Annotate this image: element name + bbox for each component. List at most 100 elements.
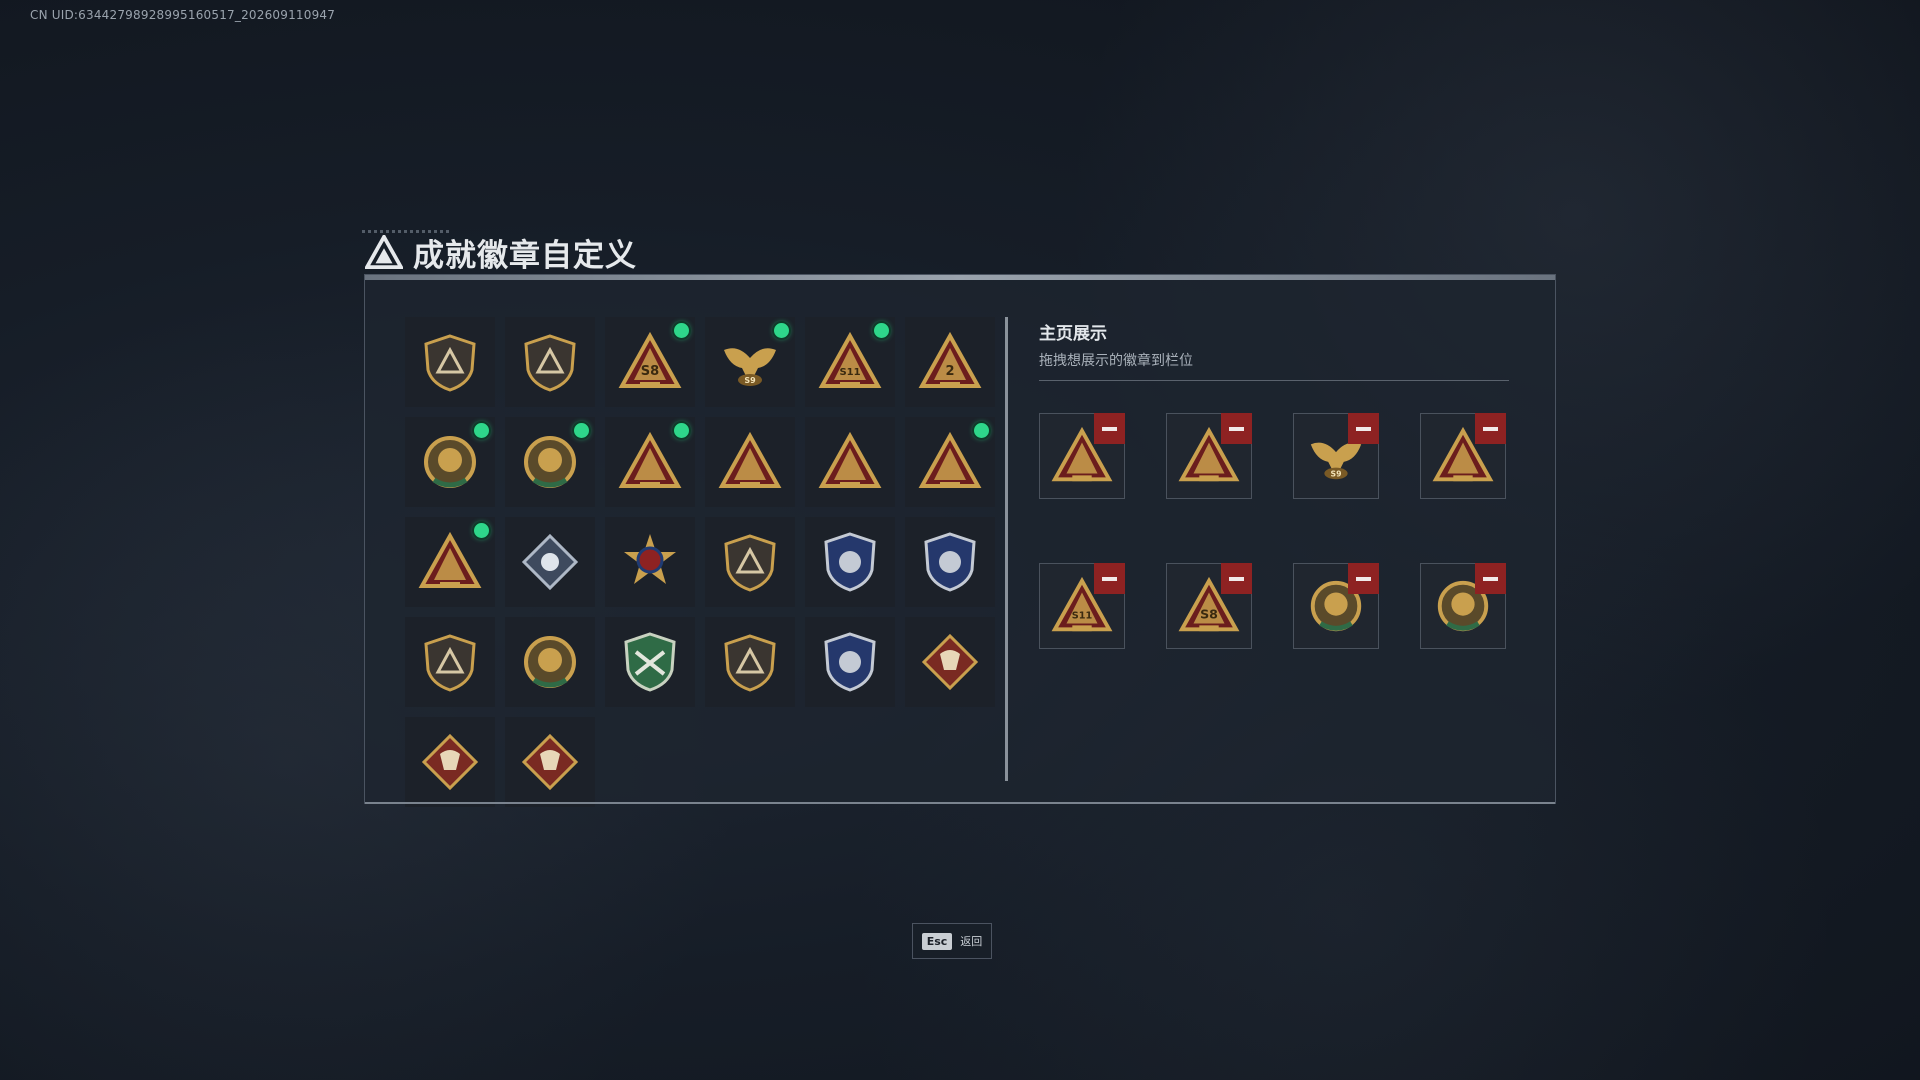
badge-cell[interactable]: S11: [805, 317, 895, 407]
red-dragon-head-badge-icon: [421, 733, 479, 791]
shield-triangle-badge-icon: [424, 334, 476, 392]
scrollbar[interactable]: [1005, 317, 1008, 781]
svg-text:S9: S9: [744, 376, 756, 385]
showcase-slot[interactable]: S9: [1293, 413, 1379, 499]
new-indicator-dot: [474, 523, 489, 538]
showcase-slot[interactable]: S11: [1039, 563, 1125, 649]
esc-key-label: Esc: [921, 932, 953, 950]
remove-badge-button[interactable]: [1094, 413, 1125, 444]
blue-shield-stars-badge-icon: [924, 532, 976, 592]
svg-text:S11: S11: [839, 367, 860, 378]
back-button[interactable]: Esc 返回: [912, 923, 992, 959]
showcase-subtitle: 拖拽想展示的徽章到栏位: [1039, 353, 1193, 369]
skull-round-badge-icon: [524, 636, 576, 688]
showcase-title: 主页展示: [1039, 324, 1107, 344]
number-2-triangle-badge-icon: 2: [918, 331, 982, 388]
showcase-divider: [1039, 380, 1509, 381]
emblem-triangle-badge-icon: [718, 431, 782, 488]
new-indicator-dot: [774, 323, 789, 338]
new-indicator-dot: [974, 423, 989, 438]
badge-cell[interactable]: [705, 417, 795, 507]
new-indicator-dot: [474, 423, 489, 438]
svg-text:S9: S9: [1331, 469, 1342, 478]
remove-badge-button[interactable]: [1475, 413, 1506, 444]
badge-cell[interactable]: [505, 417, 595, 507]
s11-triangle-badge-icon: S11: [818, 331, 882, 388]
badge-cell[interactable]: [805, 617, 895, 707]
red-soldier-diamond-badge-icon: [521, 733, 579, 791]
back-label: 返回: [960, 935, 983, 948]
new-indicator-dot: [874, 323, 889, 338]
showcase-slot[interactable]: [1039, 413, 1125, 499]
badge-cell[interactable]: [405, 317, 495, 407]
badge-cell[interactable]: [505, 717, 595, 807]
silver-diamond-badge-icon: [521, 533, 579, 591]
arrow-shield-badge-icon: [724, 534, 776, 592]
rifle-shield-badge-icon: [724, 634, 776, 692]
helicopter-badge-icon: [524, 334, 576, 392]
eagle-shield-badge-icon: [424, 634, 476, 692]
showcase-slots: S9 S11 S8: [1039, 413, 1509, 649]
uid-label: CN UID:63442798928995160517_202609110947: [30, 8, 336, 22]
svg-text:S11: S11: [1072, 611, 1093, 622]
badge-grid: S8 S9 S11 2: [405, 317, 999, 807]
badge-cell[interactable]: [505, 617, 595, 707]
star-medal-badge-icon: [624, 534, 676, 584]
showcase-slot[interactable]: [1293, 563, 1379, 649]
badge-cell[interactable]: [905, 517, 995, 607]
badge-cell[interactable]: [705, 617, 795, 707]
squad-triangle-badge-icon: [918, 431, 982, 488]
badge-cell[interactable]: [605, 417, 695, 507]
badge-cell[interactable]: [805, 417, 895, 507]
badge-cell[interactable]: [605, 617, 695, 707]
remove-badge-button[interactable]: [1348, 563, 1379, 594]
badge-cell[interactable]: [605, 517, 695, 607]
header-decoration: [362, 230, 452, 233]
badge-cell[interactable]: [405, 417, 495, 507]
badge-cell[interactable]: S8: [605, 317, 695, 407]
showcase-slot[interactable]: S8: [1166, 563, 1252, 649]
delta-logo-icon: [365, 235, 403, 269]
badge-cell[interactable]: 2: [905, 317, 995, 407]
eagle-s9-badge-icon: S9: [724, 348, 776, 386]
svg-text:S8: S8: [1200, 607, 1218, 622]
new-indicator-dot: [674, 323, 689, 338]
badge-cell[interactable]: [405, 617, 495, 707]
badge-cell[interactable]: [805, 517, 895, 607]
new-indicator-dot: [674, 423, 689, 438]
panel-bottom-line: [365, 802, 1555, 804]
svg-text:2: 2: [945, 364, 954, 379]
green-rifle-shield-badge-icon: [624, 632, 676, 692]
badge-cell[interactable]: [405, 717, 495, 807]
remove-badge-button[interactable]: [1348, 413, 1379, 444]
badge-cell[interactable]: [905, 617, 995, 707]
badge-cell[interactable]: [405, 517, 495, 607]
svg-text:S8: S8: [641, 364, 659, 379]
showcase-slot[interactable]: [1420, 563, 1506, 649]
page-header: 成就徽章自定义: [362, 230, 637, 274]
badge-cell[interactable]: [505, 317, 595, 407]
panel-top-bar: [365, 275, 1555, 280]
showcase-slot[interactable]: [1420, 413, 1506, 499]
remove-badge-button[interactable]: [1094, 563, 1125, 594]
badge-cell[interactable]: [505, 517, 595, 607]
rocket-triangle-badge-icon: [418, 531, 482, 588]
delta-force-2025-badge-icon: [524, 436, 576, 488]
delta-force-dragon-badge-icon: [424, 436, 476, 488]
badge-cell[interactable]: [705, 517, 795, 607]
badge-panel: S8 S9 S11 2 主页展示 拖拽想展示的徽章到栏位 S9 S11 S8: [364, 274, 1556, 807]
showcase-slot[interactable]: [1166, 413, 1252, 499]
page-title: 成就徽章自定义: [413, 237, 637, 274]
showcase-section: 主页展示 拖拽想展示的徽章到栏位 S9 S11 S8: [1039, 317, 1509, 649]
tower-triangle-badge-icon: [618, 431, 682, 488]
remove-badge-button[interactable]: [1221, 563, 1252, 594]
badge-cell[interactable]: S9: [705, 317, 795, 407]
remove-badge-button[interactable]: [1475, 563, 1506, 594]
blue-shield-badge-icon: [824, 532, 876, 592]
s8-triangle-badge-icon: S8: [618, 331, 682, 388]
remove-badge-button[interactable]: [1221, 413, 1252, 444]
blue-rifles-shield-badge-icon: [824, 632, 876, 692]
badge-cell[interactable]: [905, 417, 995, 507]
red-dragon-diamond-badge-icon: [921, 633, 979, 691]
soldiers-triangle-badge-icon: [818, 431, 882, 488]
